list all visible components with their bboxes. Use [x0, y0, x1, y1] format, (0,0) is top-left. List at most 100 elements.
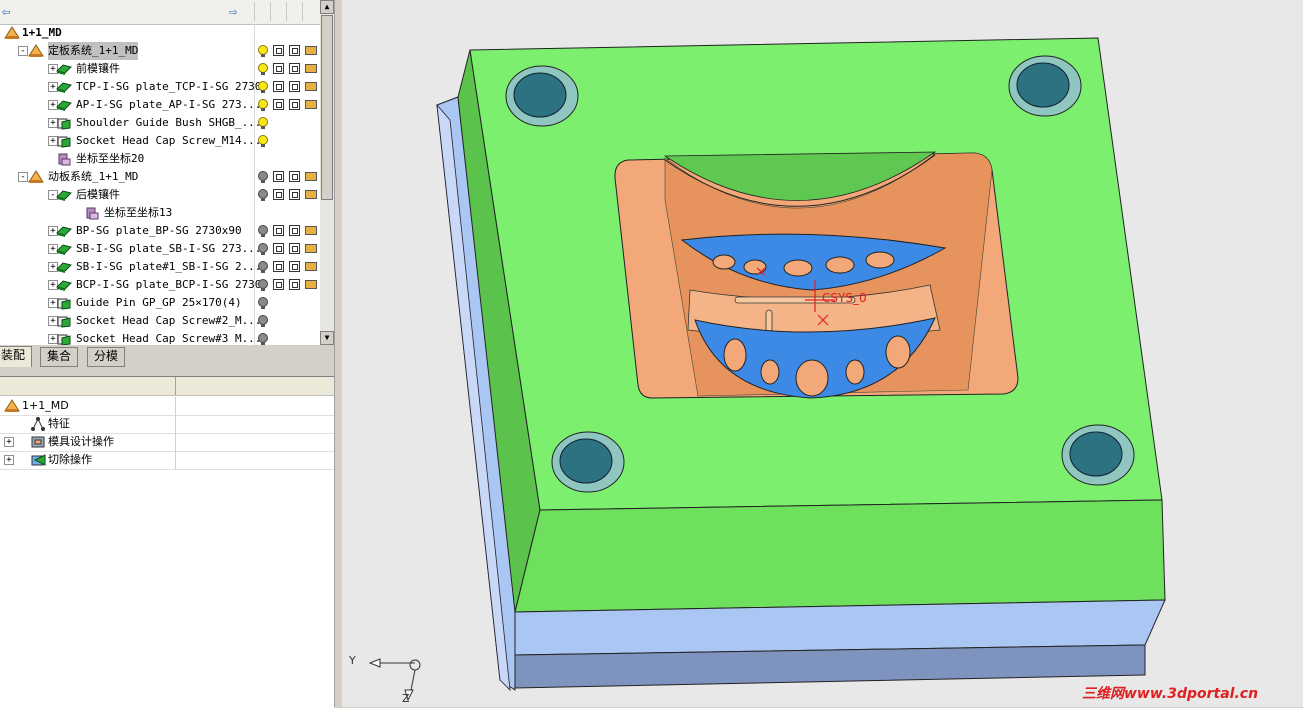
column-header[interactable] [286, 2, 302, 21]
tree-scrollbar[interactable]: ▲ ▼ [320, 0, 334, 345]
reference-icon[interactable] [303, 187, 318, 203]
tree-node[interactable]: + BCP-I-SG plate_BCP-I-SG 2730 [0, 276, 320, 294]
detail-node[interactable]: + 模具设计操作 [0, 433, 334, 452]
back-arrow-icon[interactable]: ⇦ [2, 5, 10, 19]
detail-node-label: 切除操作 [48, 453, 92, 466]
cut-icon [31, 454, 46, 466]
visibility-bulb-icon[interactable] [255, 223, 270, 239]
display-toggle-icon[interactable] [287, 241, 302, 257]
tree-node[interactable]: + TCP-I-SG plate_TCP-I-SG 2730 [0, 78, 320, 96]
part-icon [56, 244, 72, 255]
display-toggle-icon[interactable] [271, 169, 286, 185]
display-toggle-icon[interactable] [287, 61, 302, 77]
tree-node[interactable]: + SB-I-SG plate_SB-I-SG 273... [0, 240, 320, 258]
tree-node[interactable]: 坐标至坐标13 [0, 204, 320, 222]
triad-z-label: Z [402, 692, 410, 705]
reference-icon[interactable] [303, 79, 318, 95]
tab-assembly[interactable]: 装配 [0, 346, 33, 367]
display-toggle-icon[interactable] [271, 277, 286, 293]
part-icon [56, 100, 72, 111]
display-toggle-icon[interactable] [287, 169, 302, 185]
collapse-icon[interactable]: - [18, 172, 28, 182]
column-header[interactable] [302, 2, 318, 21]
display-toggle-icon[interactable] [271, 61, 286, 77]
visibility-bulb-icon[interactable] [255, 331, 270, 345]
reference-icon[interactable] [303, 241, 318, 257]
visibility-bulb-icon[interactable] [255, 79, 270, 95]
display-toggle-icon[interactable] [287, 97, 302, 113]
visibility-bulb-icon[interactable] [255, 133, 270, 149]
visibility-bulb-icon[interactable] [255, 259, 270, 275]
display-toggle-icon[interactable] [271, 223, 286, 239]
detail-node[interactable]: 特征 [0, 415, 334, 434]
column-header[interactable] [254, 2, 270, 21]
reference-icon[interactable] [303, 43, 318, 59]
visibility-bulb-icon[interactable] [255, 61, 270, 77]
visibility-bulb-icon[interactable] [255, 97, 270, 113]
tree-node[interactable]: + Socket Head Cap Screw_M14... [0, 132, 320, 150]
graphics-viewport[interactable]: CSYS_0 Y Z [342, 0, 1303, 707]
tree-node[interactable]: + AP-I-SG plate_AP-I-SG 273... [0, 96, 320, 114]
tree-node[interactable]: + SB-I-SG plate#1_SB-I-SG 2... [0, 258, 320, 276]
reference-icon[interactable] [303, 61, 318, 77]
reference-icon[interactable] [303, 97, 318, 113]
tree-root-label: 1+1_MD [22, 26, 62, 39]
column-header[interactable] [270, 2, 286, 21]
part-icon [56, 82, 72, 93]
visibility-bulb-icon[interactable] [255, 313, 270, 329]
expand-icon[interactable]: + [4, 455, 14, 465]
tree-node[interactable]: + Socket Head Cap Screw#3 M... [0, 330, 320, 345]
tree-node[interactable]: + BP-SG plate_BP-SG 2730x90 [0, 222, 320, 240]
assembly-icon [28, 44, 44, 57]
tab-group[interactable]: 集合 [40, 347, 79, 367]
visibility-bulb-icon[interactable] [255, 43, 270, 59]
tree-node[interactable]: - 后模镶件 [0, 186, 320, 204]
display-toggle-icon[interactable] [271, 241, 286, 257]
tree-node-label: 动板系统_1+1_MD [48, 170, 139, 183]
display-toggle-icon[interactable] [287, 277, 302, 293]
display-toggle-icon[interactable] [287, 223, 302, 239]
tree-node[interactable]: - 定板系统_1+1_MD [0, 42, 320, 60]
scroll-down-button[interactable]: ▼ [320, 331, 334, 345]
display-toggle-icon[interactable] [271, 43, 286, 59]
tree-root[interactable]: 1+1_MD [0, 24, 320, 42]
tree-node[interactable]: - 动板系统_1+1_MD [0, 168, 320, 186]
forward-arrow-icon[interactable]: ⇨ [229, 5, 237, 19]
display-toggle-icon[interactable] [287, 79, 302, 95]
visibility-bulb-icon[interactable] [255, 115, 270, 131]
tree-node-label: Socket Head Cap Screw_M14... [76, 134, 262, 147]
visibility-bulb-icon[interactable] [255, 187, 270, 203]
tree-node[interactable]: + 前模镶件 [0, 60, 320, 78]
display-toggle-icon[interactable] [287, 259, 302, 275]
detail-node[interactable]: 1+1_MD [0, 397, 334, 416]
visibility-bulb-icon[interactable] [255, 241, 270, 257]
tree-node-label: TCP-I-SG plate_TCP-I-SG 2730 [76, 80, 262, 93]
tree-node-label: BCP-I-SG plate_BCP-I-SG 2730 [76, 278, 262, 291]
visibility-bulb-icon[interactable] [255, 277, 270, 293]
display-toggle-icon[interactable] [271, 79, 286, 95]
reference-icon[interactable] [303, 223, 318, 239]
reference-icon[interactable] [303, 259, 318, 275]
tab-mold-split[interactable]: 分模 [87, 347, 126, 367]
display-toggle-icon[interactable] [287, 43, 302, 59]
scroll-thumb[interactable] [321, 15, 333, 200]
display-toggle-icon[interactable] [271, 259, 286, 275]
expand-icon[interactable]: + [4, 437, 14, 447]
visibility-bulb-icon[interactable] [255, 295, 270, 311]
reference-icon[interactable] [303, 169, 318, 185]
tree-node[interactable]: + Shoulder Guide Bush SHGB_... [0, 114, 320, 132]
scroll-up-button[interactable]: ▲ [320, 0, 334, 14]
tree-node[interactable]: 坐标至坐标20 [0, 150, 320, 168]
reference-icon[interactable] [303, 277, 318, 293]
tree-node[interactable]: + Guide Pin GP_GP 25×170(4) [0, 294, 320, 312]
display-toggle-icon[interactable] [271, 97, 286, 113]
tree-node[interactable]: + Socket Head Cap Screw#2_M... [0, 312, 320, 330]
display-toggle-icon[interactable] [271, 187, 286, 203]
collapse-icon[interactable]: - [18, 46, 28, 56]
tree-node-label: SB-I-SG plate#1_SB-I-SG 2... [76, 260, 262, 273]
visibility-bulb-icon[interactable] [255, 169, 270, 185]
view-triad-icon [368, 658, 421, 702]
detail-node[interactable]: + 切除操作 [0, 451, 334, 470]
display-toggle-icon[interactable] [287, 187, 302, 203]
tree-node-label: Socket Head Cap Screw#3 M... [76, 332, 262, 345]
